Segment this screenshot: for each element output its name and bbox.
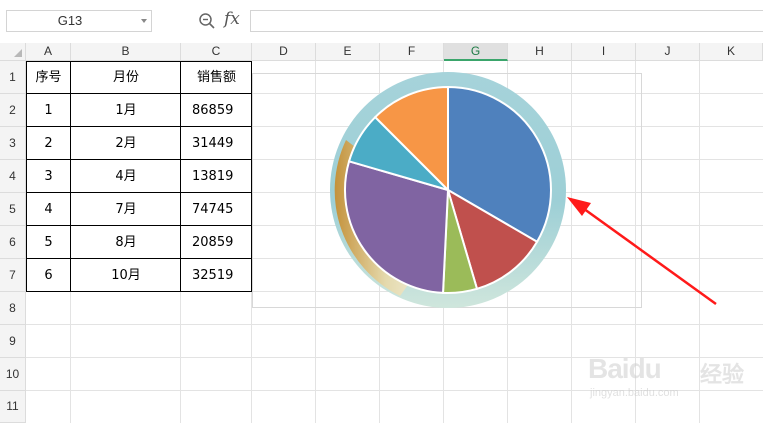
pie-slices xyxy=(344,85,552,294)
watermark-cn: 经验 xyxy=(700,363,745,388)
watermark-brand: Baidu xyxy=(588,353,662,384)
watermark-sub: jingyan.baidu.com xyxy=(590,387,679,399)
baidu-watermark: Baidu 经验 jingyan.baidu.com xyxy=(588,343,763,413)
red-arrow-annotation xyxy=(567,197,717,306)
